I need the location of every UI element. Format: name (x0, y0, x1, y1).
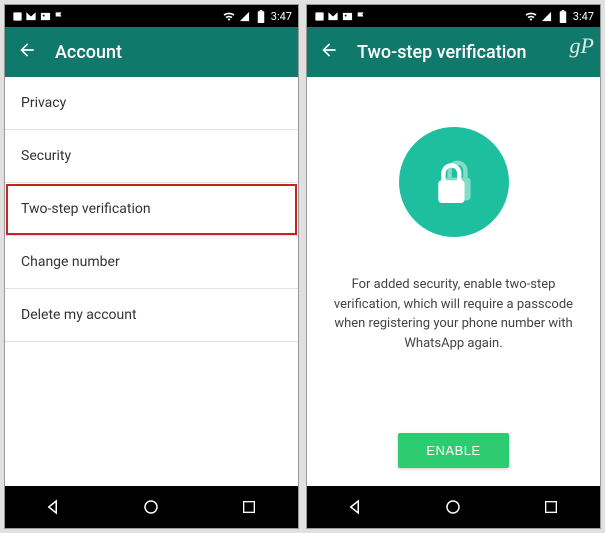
flag-icon (53, 10, 65, 22)
nav-recent-icon[interactable] (229, 487, 269, 527)
two-step-content: For added security, enable two-step veri… (307, 77, 600, 486)
status-icons-left (11, 10, 65, 22)
nav-home-icon[interactable] (131, 487, 171, 527)
nav-bar (307, 486, 600, 528)
phone-right: 3:47 Two-step verification gP For added … (306, 4, 601, 529)
signal-icon (541, 10, 553, 22)
list-item-change-number[interactable]: Change number (5, 236, 298, 289)
status-bar: 3:47 (307, 5, 600, 27)
back-icon[interactable] (319, 40, 339, 64)
flag-icon (355, 10, 367, 22)
status-bar: 3:47 (5, 5, 298, 27)
enable-button[interactable]: ENABLE (398, 433, 508, 468)
battery-icon (557, 10, 569, 22)
status-time: 3:47 (573, 10, 594, 23)
lock-illustration (399, 127, 509, 237)
status-icons-right: 3:47 (525, 10, 594, 23)
signal-icon (239, 10, 251, 22)
two-step-description: For added security, enable two-step veri… (329, 275, 578, 353)
photo-icon (39, 10, 51, 22)
nav-recent-icon[interactable] (531, 487, 571, 527)
status-time: 3:47 (271, 10, 292, 23)
battery-icon (255, 10, 267, 22)
app-bar: Two-step verification (307, 27, 600, 77)
page-title: Two-step verification (357, 42, 527, 63)
status-icons-right: 3:47 (223, 10, 292, 23)
list-item-delete-account[interactable]: Delete my account (5, 289, 298, 342)
status-icons-left (313, 10, 367, 22)
nav-back-icon[interactable] (336, 487, 376, 527)
phone-left: 3:47 Account Privacy Security Two-step v… (4, 4, 299, 529)
list-item-two-step-verification[interactable]: Two-step verification (5, 183, 298, 236)
notification-icon (11, 10, 23, 22)
mail-icon (327, 10, 339, 22)
account-list: Privacy Security Two-step verification C… (5, 77, 298, 486)
mail-icon (25, 10, 37, 22)
notification-icon (313, 10, 325, 22)
photo-icon (341, 10, 353, 22)
back-icon[interactable] (17, 40, 37, 64)
nav-back-icon[interactable] (34, 487, 74, 527)
list-item-privacy[interactable]: Privacy (5, 77, 298, 130)
page-title: Account (55, 42, 122, 63)
nav-bar (5, 486, 298, 528)
nav-home-icon[interactable] (433, 487, 473, 527)
list-item-security[interactable]: Security (5, 130, 298, 183)
wifi-icon (223, 10, 235, 22)
app-bar: Account (5, 27, 298, 77)
wifi-icon (525, 10, 537, 22)
